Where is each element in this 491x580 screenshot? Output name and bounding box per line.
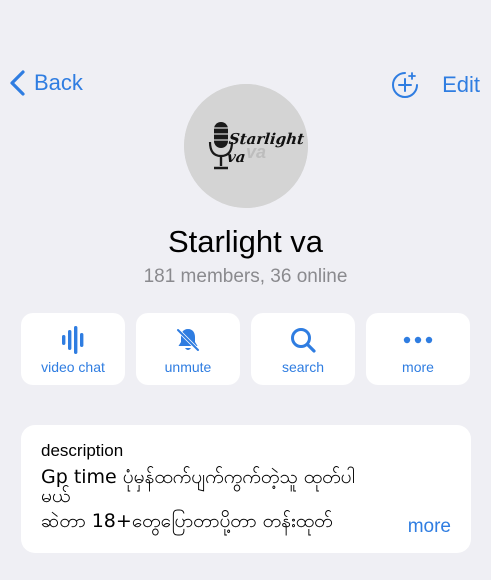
search-icon bbox=[251, 325, 355, 355]
chevron-left-icon bbox=[10, 70, 25, 96]
video-chat-button[interactable]: video chat bbox=[21, 313, 125, 385]
bell-slash-icon bbox=[136, 325, 240, 355]
waveform-icon bbox=[21, 325, 125, 355]
video-chat-label: video chat bbox=[41, 359, 105, 375]
more-label: more bbox=[402, 359, 434, 375]
description-card: description Gp time ပုံမှန်ထက်ပျက်ကွက်တဲ… bbox=[21, 425, 471, 553]
add-circle-icon[interactable] bbox=[390, 70, 420, 100]
avatar-logo-text: Starlight va bbox=[226, 130, 306, 166]
ellipsis-icon bbox=[366, 325, 470, 355]
more-button[interactable]: more bbox=[366, 313, 470, 385]
description-label: description bbox=[41, 441, 124, 460]
back-button[interactable]: Back bbox=[8, 68, 83, 98]
group-avatar[interactable]: va Starlight va bbox=[184, 84, 308, 208]
description-text: Gp time ပုံမှန်ထက်ပျက်ကွက်တဲ့သူ ထုတ်ပါ မ… bbox=[41, 465, 441, 534]
member-count: 181 members, 36 online bbox=[143, 266, 348, 287]
unmute-label: unmute bbox=[164, 359, 212, 375]
search-button[interactable]: search bbox=[251, 313, 355, 385]
unmute-button[interactable]: unmute bbox=[136, 313, 240, 385]
description-more-link[interactable]: more bbox=[383, 516, 451, 538]
action-row: video chat unmute search more bbox=[21, 313, 471, 385]
description-line-3: ဆဲတာ 18+တွေပြောတာပို့တာ တန်းထုတ် bbox=[41, 510, 333, 532]
edit-button[interactable]: Edit bbox=[442, 72, 480, 98]
group-name: Starlight va bbox=[167, 224, 324, 259]
back-label: Back bbox=[34, 70, 83, 95]
group-info-screen: Back Edit va Starlight va Starlight va 1… bbox=[0, 0, 491, 580]
search-label: search bbox=[281, 359, 325, 375]
